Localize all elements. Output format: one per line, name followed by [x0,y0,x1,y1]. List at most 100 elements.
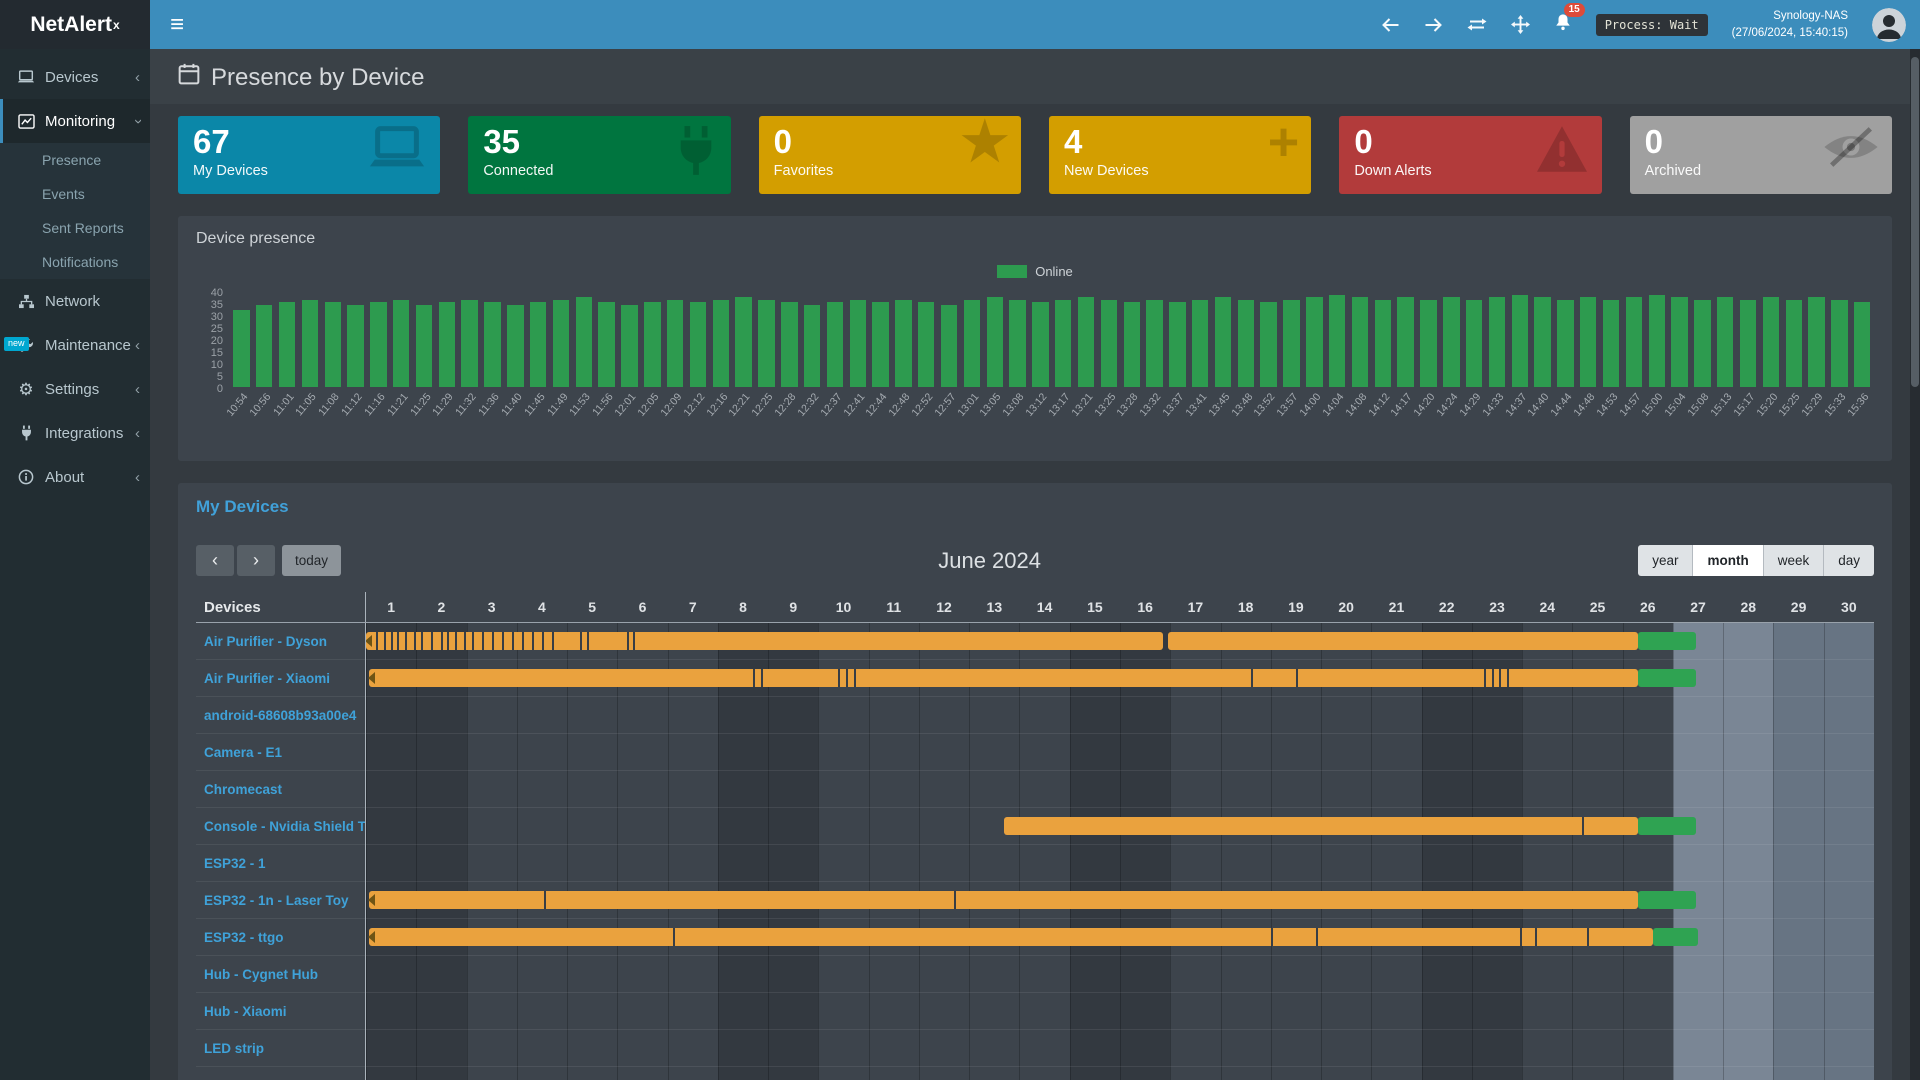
day-header-cell[interactable]: 25 [1572,592,1622,622]
stat-card[interactable]: 4 New Devices + [1049,116,1311,194]
day-header-cell[interactable]: 19 [1271,592,1321,622]
stat-card[interactable]: 0 Archived [1630,116,1892,194]
sidebar-item-integrations[interactable]: Integrations ‹ [0,411,150,455]
day-header-cell[interactable]: 22 [1422,592,1472,622]
view-month-button[interactable]: month [1693,545,1763,576]
my-devices-title[interactable]: My Devices [196,497,1874,517]
day-header-cell[interactable]: 18 [1221,592,1271,622]
presence-event-bar-online-now[interactable] [1638,669,1696,687]
presence-event-bar-online-past[interactable] [366,632,1163,650]
device-name-link[interactable]: Hub - Xiaomi [196,993,365,1030]
today-button[interactable]: today [282,545,341,576]
next-month-button[interactable]: › [237,545,275,576]
day-header-cell[interactable]: 24 [1522,592,1572,622]
back-arrow-icon[interactable] [1381,17,1400,33]
day-header-cell[interactable]: 17 [1170,592,1220,622]
stat-label: New Devices [1064,163,1296,179]
view-day-button[interactable]: day [1824,545,1874,576]
presence-event-bar-online-past[interactable] [1004,817,1637,835]
chart-bar [1443,297,1459,387]
day-header-cell[interactable]: 28 [1723,592,1773,622]
device-name-link[interactable]: Camera - E1 [196,734,365,771]
day-header-cell[interactable]: 23 [1472,592,1522,622]
device-name-link[interactable]: Light - bedside B WiFi [196,1067,365,1080]
chart-legend[interactable]: Online [196,264,1874,279]
day-header-cell[interactable]: 6 [617,592,667,622]
day-header-cell[interactable]: 4 [517,592,567,622]
day-header-cell[interactable]: 13 [969,592,1019,622]
day-header-cell[interactable]: 11 [869,592,919,622]
app-logo[interactable]: NetAlertx [0,0,150,49]
device-name-link[interactable]: LED strip [196,1030,365,1067]
day-header-cell[interactable]: 14 [1019,592,1069,622]
sidebar-item-monitoring[interactable]: Monitoring ‹ [0,99,150,143]
chart-bar [1238,300,1254,388]
device-name-link[interactable]: Air Purifier - Dyson [196,623,365,660]
presence-event-bar-online-past[interactable] [369,928,1653,946]
day-header-cell[interactable]: 3 [467,592,517,622]
submenu-item-sent-reports[interactable]: Sent Reports [0,211,150,245]
device-name-link[interactable]: ESP32 - ttgo [196,919,365,956]
day-header-cell[interactable]: 16 [1120,592,1170,622]
day-header-cell[interactable]: 7 [668,592,718,622]
day-header-cell[interactable]: 29 [1773,592,1823,622]
chart-bar [416,305,432,388]
chart-bar [1169,302,1185,387]
day-header-cell[interactable]: 20 [1321,592,1371,622]
presence-event-bar-online-past[interactable] [369,669,1638,687]
day-header-cell[interactable]: 2 [416,592,466,622]
refresh-icon[interactable] [1467,17,1487,32]
presence-event-bar-online-now[interactable] [1638,891,1696,909]
device-name-link[interactable]: Hub - Cygnet Hub [196,956,365,993]
submenu-item-presence[interactable]: Presence [0,143,150,177]
stat-value: 4 [1064,125,1296,160]
presence-event-bar-online-past[interactable] [369,891,1638,909]
day-header-cell[interactable]: 10 [818,592,868,622]
presence-event-bar-online-past[interactable] [1168,632,1638,650]
scrollbar-thumb[interactable] [1911,57,1919,387]
device-name-link[interactable]: ESP32 - 1n - Laser Toy [196,882,365,919]
stat-card[interactable]: 35 Connected [468,116,730,194]
day-header-cell[interactable]: 8 [718,592,768,622]
day-header-cell[interactable]: 30 [1824,592,1874,622]
day-header-cell[interactable]: 21 [1371,592,1421,622]
avatar[interactable] [1872,8,1906,42]
hamburger-menu-button[interactable]: ≡ [150,0,204,49]
day-header-cell[interactable]: 15 [1070,592,1120,622]
stat-card[interactable]: 0 Down Alerts [1339,116,1601,194]
submenu-item-notifications[interactable]: Notifications [0,245,150,279]
day-header-cell[interactable]: 9 [768,592,818,622]
day-header-cell[interactable]: 26 [1623,592,1673,622]
device-name-link[interactable]: ESP32 - 1 [196,845,365,882]
submenu-item-events[interactable]: Events [0,177,150,211]
eye-slash-icon [1822,124,1880,175]
stat-card[interactable]: 0 Favorites ★ [759,116,1021,194]
sidebar-item-network[interactable]: Network [0,279,150,323]
notifications-button[interactable]: 15 [1554,13,1572,36]
sidebar-item-devices[interactable]: Devices ‹ [0,55,150,99]
forward-arrow-icon[interactable] [1424,17,1443,33]
view-year-button[interactable]: year [1638,545,1693,576]
prev-month-button[interactable]: ‹ [196,545,234,576]
day-header-cell[interactable]: 27 [1673,592,1723,622]
day-header-cell[interactable]: 1 [366,592,416,622]
day-header-cell[interactable]: 12 [919,592,969,622]
device-name-link[interactable]: Console - Nvidia Shield TV [196,808,365,845]
view-week-button[interactable]: week [1764,545,1825,576]
presence-event-bar-online-now[interactable] [1653,928,1698,946]
presence-event-bar-online-now[interactable] [1638,817,1696,835]
offline-tick [854,669,856,687]
sidebar-item-settings[interactable]: ⚙ Settings ‹ [0,367,150,411]
device-name-link[interactable]: Chromecast [196,771,365,808]
offline-tick [522,632,524,650]
device-name-link[interactable]: android-68608b93a00e4 [196,697,365,734]
device-name-link[interactable]: Air Purifier - Xiaomi [196,660,365,697]
page-scrollbar[interactable] [1910,49,1920,1080]
move-arrows-icon[interactable] [1511,15,1530,34]
sidebar-item-about[interactable]: About ‹ [0,455,150,499]
sidebar-item-maintenance[interactable]: new Maintenance ‹ [0,323,150,367]
stat-card[interactable]: 67 My Devices [178,116,440,194]
day-header-cell[interactable]: 5 [567,592,617,622]
x-tick-label: 10:54 [225,391,251,419]
presence-event-bar-online-now[interactable] [1638,632,1696,650]
